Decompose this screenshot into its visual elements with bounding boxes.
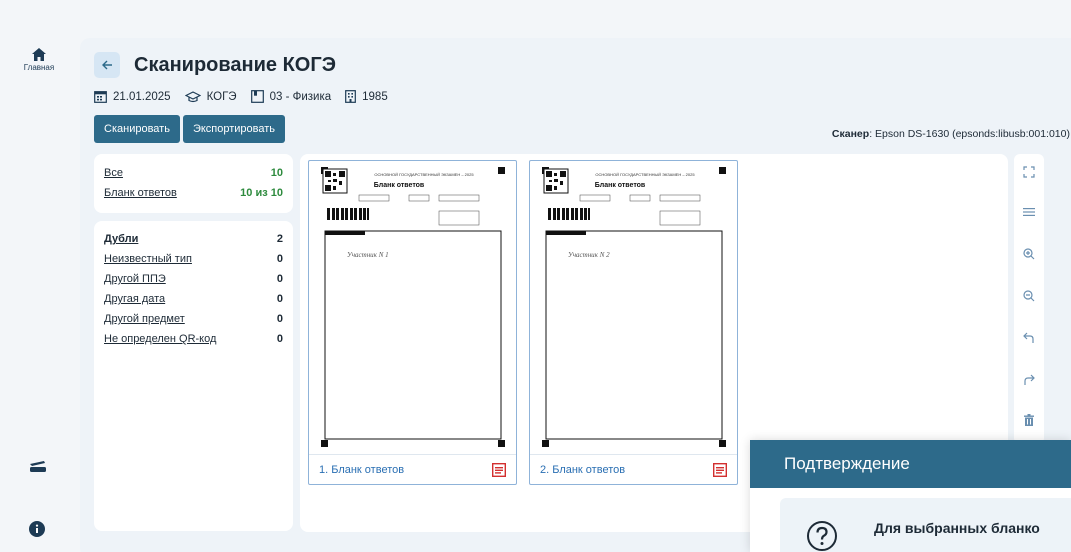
filter-row-answer-form[interactable]: Бланк ответов 10 из 10 bbox=[94, 183, 293, 203]
barcode-icon bbox=[327, 208, 369, 220]
barcode-icon bbox=[548, 208, 590, 220]
filter-count: 10 bbox=[270, 167, 283, 179]
back-button[interactable] bbox=[94, 52, 120, 78]
filter-count: 0 bbox=[276, 333, 283, 345]
filter-count: 0 bbox=[276, 293, 283, 305]
filter-card-problems: Дубли 2 Неизвестный тип 0 Другой ППЭ 0 Д… bbox=[94, 221, 293, 531]
home-icon bbox=[32, 48, 46, 61]
comment-icon[interactable] bbox=[713, 462, 727, 477]
nav-home-label: Главная bbox=[23, 63, 55, 72]
filter-count: 0 bbox=[276, 313, 283, 325]
scanner-value: : Epson DS-1630 (epsonds:libusb:001:010) bbox=[869, 128, 1070, 140]
answer-form-image: ОСНОВНОЙ ГОСУДАРСТВЕННЫЙ ЭКЗАМЕН – 2025 … bbox=[321, 167, 505, 447]
filter-row-other-ppe[interactable]: Другой ППЭ 0 bbox=[94, 269, 293, 289]
question-icon bbox=[807, 521, 837, 551]
meta-date-text: 21.01.2025 bbox=[113, 90, 171, 103]
calendar-icon bbox=[94, 91, 107, 103]
filter-card-main: Все 10 Бланк ответов 10 из 10 bbox=[94, 154, 293, 213]
qr-code-icon bbox=[322, 168, 348, 194]
filter-count: 10 из 10 bbox=[240, 187, 283, 199]
filter-label[interactable]: Дубли bbox=[104, 233, 138, 245]
filter-label[interactable]: Другой ППЭ bbox=[104, 273, 166, 285]
export-button[interactable]: Экспортировать bbox=[182, 115, 286, 143]
answer-form-image: ОСНОВНОЙ ГОСУДАРСТВЕННЫЙ ЭКЗАМЕН – 2025 … bbox=[542, 167, 726, 447]
scan-thumbnail[interactable]: ОСНОВНОЙ ГОСУДАРСТВЕННЫЙ ЭКЗАМЕН – 2025 … bbox=[529, 160, 738, 485]
filter-label[interactable]: Все bbox=[104, 167, 123, 179]
rotate-right-button[interactable] bbox=[1021, 372, 1037, 388]
form-header-text: ОСНОВНОЙ ГОСУДАРСТВЕННЫЙ ЭКЗАМЕН – 2025 bbox=[374, 172, 474, 177]
rotate-right-icon bbox=[1024, 374, 1035, 385]
filter-row-unknown-type[interactable]: Неизвестный тип 0 bbox=[94, 249, 293, 269]
dialog-body: Для выбранных бланко bbox=[780, 498, 1071, 552]
filter-label[interactable]: Бланк ответов bbox=[104, 187, 177, 199]
page-title: Сканирование КОГЭ bbox=[134, 53, 336, 76]
filter-row-all[interactable]: Все 10 bbox=[94, 163, 293, 183]
thumbnail-caption: 1. Бланк ответов bbox=[319, 463, 405, 476]
list-icon bbox=[1023, 208, 1035, 216]
thumbnail-caption: 2. Бланк ответов bbox=[540, 463, 626, 476]
meta-date: 21.01.2025 bbox=[94, 90, 171, 103]
handwriting-text: Участник N 2 bbox=[568, 251, 610, 259]
comment-icon[interactable] bbox=[492, 462, 506, 477]
dialog-title: Подтверждение bbox=[750, 440, 1071, 488]
scan-thumbnail[interactable]: ОСНОВНОЙ ГОСУДАРСТВЕННЫЙ ЭКЗАМЕН – 2025 … bbox=[308, 160, 517, 485]
delete-button[interactable] bbox=[1021, 412, 1037, 428]
left-rail: Главная bbox=[0, 0, 78, 552]
form-header-text: ОСНОВНОЙ ГОСУДАРСТВЕННЫЙ ЭКЗАМЕН – 2025 bbox=[595, 172, 695, 177]
building-icon bbox=[345, 90, 357, 103]
filter-count: 0 bbox=[276, 253, 283, 265]
scanner-icon bbox=[30, 461, 46, 472]
filter-row-other-date[interactable]: Другая дата 0 bbox=[94, 289, 293, 309]
zoom-in-button[interactable] bbox=[1021, 246, 1037, 262]
filter-label[interactable]: Другая дата bbox=[104, 293, 165, 305]
scan-button[interactable]: Сканировать bbox=[94, 115, 180, 143]
page-header: Сканирование КОГЭ bbox=[94, 52, 336, 78]
meta-building-text: 1985 bbox=[362, 90, 388, 103]
meta-subject-text: 03 - Физика bbox=[269, 90, 332, 103]
toolbar: Сканировать Экспортировать bbox=[94, 115, 288, 143]
book-icon bbox=[250, 90, 264, 103]
zoom-out-icon bbox=[1023, 290, 1035, 302]
meta-subject: 03 - Физика bbox=[250, 90, 332, 103]
dialog-message: Для выбранных бланко bbox=[874, 520, 1040, 536]
thumbnail-footer: 2. Бланк ответов bbox=[530, 454, 737, 484]
list-view-button[interactable] bbox=[1021, 204, 1037, 220]
scan-page-preview: ОСНОВНОЙ ГОСУДАРСТВЕННЫЙ ЭКЗАМЕН – 2025 … bbox=[319, 165, 507, 449]
expand-icon bbox=[1023, 166, 1035, 178]
thumbnail-footer: 1. Бланк ответов bbox=[309, 454, 516, 484]
filter-row-no-qr[interactable]: Не определен QR-код 0 bbox=[94, 329, 293, 349]
handwriting-text: Участник N 1 bbox=[347, 251, 389, 259]
trash-icon bbox=[1024, 414, 1034, 426]
info-icon bbox=[29, 521, 45, 537]
filter-label[interactable]: Другой предмет bbox=[104, 313, 185, 325]
meta-building: 1985 bbox=[345, 90, 388, 103]
confirm-dialog: Подтверждение Для выбранных бланко bbox=[750, 440, 1071, 552]
fullscreen-button[interactable] bbox=[1021, 164, 1037, 180]
rotate-left-icon bbox=[1023, 332, 1034, 343]
viewer-toolbar bbox=[1014, 154, 1044, 444]
form-title-text: Бланк ответов bbox=[374, 182, 425, 189]
qr-code-icon bbox=[543, 168, 569, 194]
filter-count: 2 bbox=[276, 233, 283, 245]
scanner-label: Сканер bbox=[831, 128, 870, 140]
nav-info[interactable] bbox=[29, 521, 45, 542]
meta-exam-type: КОГЭ bbox=[184, 90, 237, 103]
nav-scanner[interactable] bbox=[29, 460, 47, 478]
meta-exam-type-text: КОГЭ bbox=[206, 90, 237, 103]
arrow-left-icon bbox=[102, 60, 112, 70]
graduation-cap-icon bbox=[184, 90, 201, 102]
zoom-in-icon bbox=[1023, 248, 1035, 260]
zoom-out-button[interactable] bbox=[1021, 288, 1037, 304]
filter-label[interactable]: Не определен QR-код bbox=[104, 333, 216, 345]
nav-home[interactable]: Главная bbox=[14, 48, 64, 72]
filter-count: 0 bbox=[276, 273, 283, 285]
filter-row-other-subject[interactable]: Другой предмет 0 bbox=[94, 309, 293, 329]
scan-page-preview: ОСНОВНОЙ ГОСУДАРСТВЕННЫЙ ЭКЗАМЕН – 2025 … bbox=[540, 165, 728, 449]
scanner-info: Сканер: Epson DS-1630 (epsonds:libusb:00… bbox=[832, 128, 1070, 140]
filter-label[interactable]: Неизвестный тип bbox=[104, 253, 192, 265]
form-title-text: Бланк ответов bbox=[595, 182, 646, 189]
filter-row-duplicates[interactable]: Дубли 2 bbox=[94, 229, 293, 249]
exam-meta: 21.01.2025 КОГЭ 03 - Физика 1985 bbox=[94, 90, 402, 103]
rotate-left-button[interactable] bbox=[1021, 330, 1037, 346]
